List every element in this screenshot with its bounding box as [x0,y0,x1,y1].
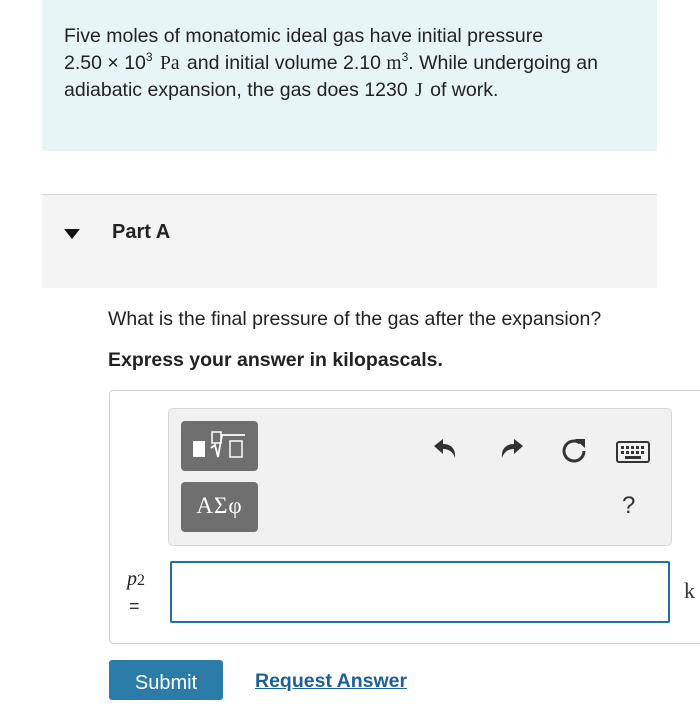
help-button[interactable]: ? [622,492,635,520]
unit-label: k [684,578,695,603]
pressure-mantissa: 2.50 [64,52,102,74]
work-unit: J [415,80,423,101]
part-title: Part A [112,221,171,243]
submit-button[interactable]: Submit [109,660,223,700]
answer-input[interactable] [170,561,670,623]
variable-symbol: p [127,568,137,590]
undo-icon[interactable] [431,436,461,464]
variable-label: p2 [127,568,145,591]
symbols-label: ΑΣφ [196,493,243,518]
redo-icon[interactable] [496,436,526,464]
keyboard-icon[interactable] [616,441,650,463]
problem-mid-text: and initial volume 2.10 [186,52,381,74]
times-symbol: × [107,52,119,74]
instruction-text: Express your answer in kilopascals. [108,349,443,371]
equals-sign: = [129,596,140,616]
pressure-unit: Pa [160,53,180,74]
templates-icon [193,431,245,458]
request-answer-link[interactable]: Request Answer [255,670,407,693]
problem-line1: Five moles of monatomic ideal gas have i… [64,25,544,47]
math-toolbar: ΑΣφ ? [168,408,672,546]
volume-unit: m [386,53,402,74]
part-a-header[interactable]: Part A [42,194,657,288]
problem-end-text: of work. [430,79,499,101]
pressure-base: 10 [124,52,146,74]
question-text: What is the final pressure of the gas af… [108,308,602,330]
variable-subscript: 2 [137,572,145,589]
caret-down-icon[interactable] [64,229,80,239]
templates-button[interactable] [181,421,258,471]
answer-area: ΑΣφ ? p2 = [109,390,700,644]
symbols-button[interactable]: ΑΣφ [181,482,258,532]
pressure-exponent: 3 [145,50,153,64]
problem-text: Five moles of monatomic ideal gas have i… [64,23,644,104]
problem-statement: Five moles of monatomic ideal gas have i… [42,0,657,151]
reset-icon[interactable] [558,434,590,466]
